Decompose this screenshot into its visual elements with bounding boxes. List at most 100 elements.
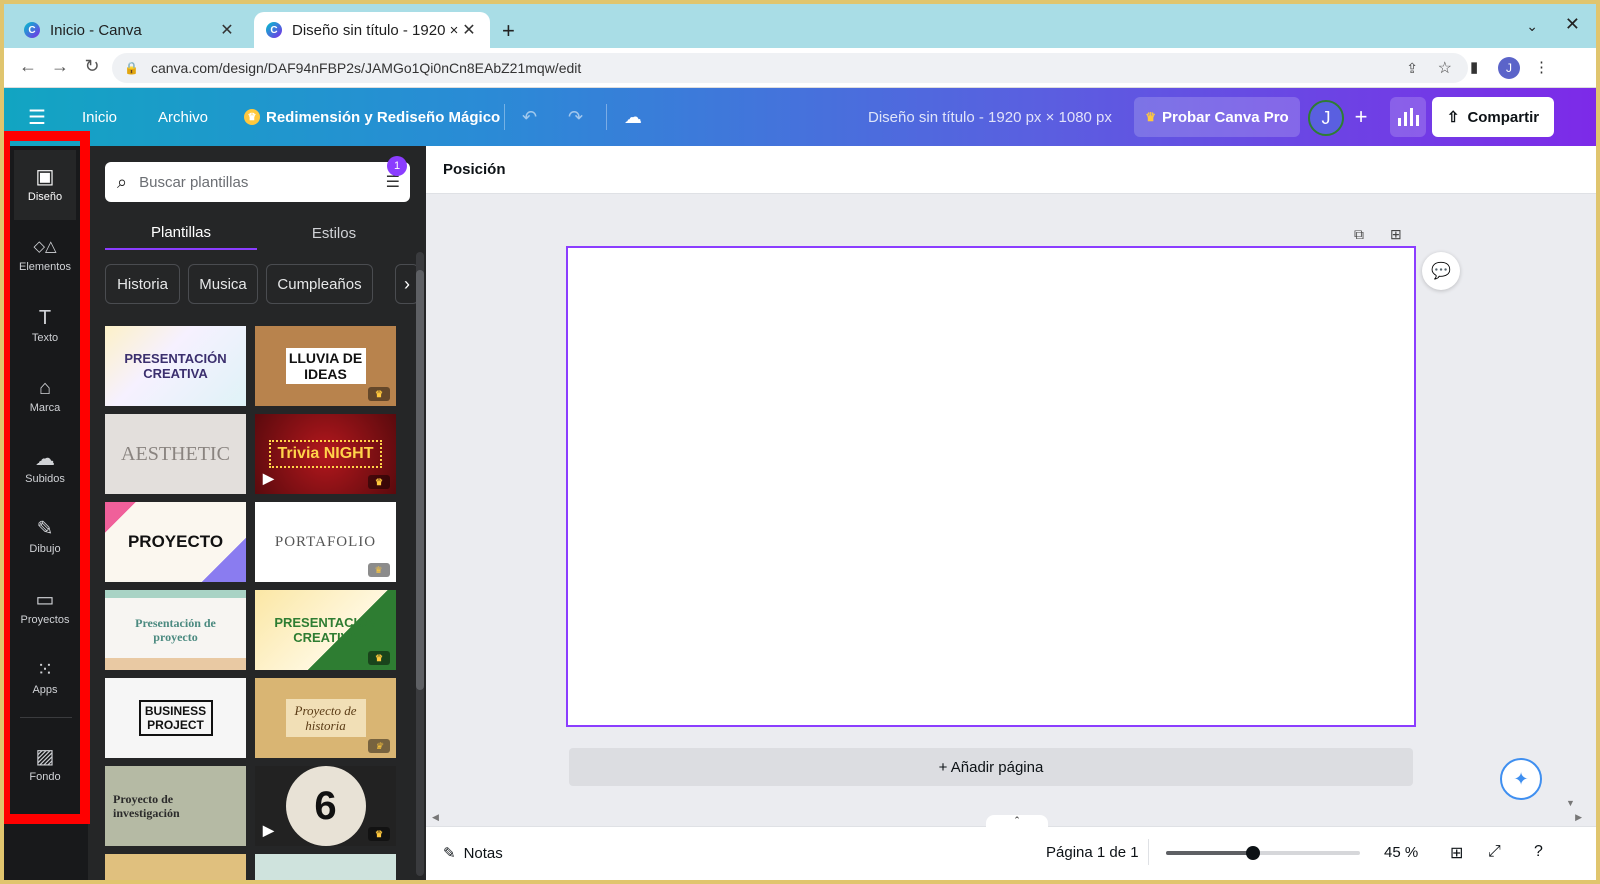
template-thumbnail[interactable]: Trivia NIGHT ▶ ♛ — [255, 414, 396, 494]
share-upload-icon: ⇧ — [1446, 109, 1460, 126]
folder-icon: ▭ — [35, 589, 55, 611]
user-avatar[interactable]: J — [1308, 100, 1344, 136]
template-title: Proyecto de investigación — [113, 792, 180, 820]
canva-favicon-icon: C — [266, 22, 282, 38]
template-thumbnail[interactable]: 6 ▶ ♛ — [255, 766, 396, 846]
forward-arrow-icon[interactable]: → — [48, 56, 72, 77]
zoom-percentage[interactable]: 45 % — [1384, 844, 1418, 861]
invite-plus-icon[interactable]: + — [1346, 102, 1376, 132]
template-thumbnail[interactable]: BUSINESS PROJECT — [105, 678, 246, 758]
back-arrow-icon[interactable]: ← — [16, 56, 40, 77]
rail-item-diseno[interactable]: ▣ Diseño — [14, 150, 76, 220]
browser-tab-design[interactable]: C Diseño sin título - 1920 × ✕ — [254, 12, 490, 48]
page-indicator[interactable]: Página 1 de 1 — [1046, 844, 1139, 861]
cloud-saved-icon[interactable]: ☁ — [624, 88, 642, 146]
scroll-right-icon[interactable]: ▶ — [1575, 812, 1582, 823]
fullscreen-icon[interactable]: ⤢ — [1488, 843, 1501, 861]
template-thumbnail[interactable]: PRESENTACIÓN CREATIVA ♛ — [255, 590, 396, 670]
grid-view-icon[interactable]: ⊞ — [1450, 843, 1463, 863]
crown-icon: ♛ — [244, 109, 260, 125]
magic-resize-button[interactable]: ♛ Redimensión y Rediseño Mágico — [244, 88, 500, 146]
design-title[interactable]: Diseño sin título - 1920 px × 1080 px — [868, 88, 1112, 146]
close-tab-icon[interactable]: ✕ — [218, 20, 236, 40]
template-thumbnail[interactable]: AESTHETIC — [105, 414, 246, 494]
rail-item-label: Apps — [32, 684, 58, 696]
template-thumbnail[interactable]: Proyecto de historia ♛ — [255, 678, 396, 758]
rail-item-apps[interactable]: ⁙ Apps — [14, 643, 76, 713]
scroll-left-icon[interactable]: ◀ — [432, 812, 439, 823]
template-title: PORTAFOLIO — [274, 533, 377, 550]
url-text: canva.com/design/DAF94nFBP2s/JAMGo1Qi0nC… — [150, 60, 582, 76]
reload-icon[interactable]: ↻ — [80, 56, 104, 77]
rail-item-texto[interactable]: T Texto — [14, 291, 76, 361]
tab-strip: C Inicio - Canva ✕ C Diseño sin título -… — [4, 4, 1596, 48]
magic-sparkle-icon[interactable]: ✦ — [1500, 758, 1542, 800]
rail-item-proyectos[interactable]: ▭ Proyectos — [14, 573, 76, 643]
template-thumbnail[interactable] — [105, 854, 246, 880]
template-search-input[interactable]: ⌕ Buscar plantillas ☰ 1 — [105, 156, 410, 202]
scrollbar-thumb[interactable] — [416, 270, 424, 690]
tab-plantillas[interactable]: Plantillas — [105, 216, 257, 250]
design-canvas[interactable] — [566, 246, 1416, 727]
add-page-button[interactable]: + Añadir página — [569, 748, 1413, 786]
editor-footer: ⌃ ✎ Notas Página 1 de 1 45 % ⊞ ⤢ ? — [426, 815, 1596, 880]
menu-hamburger-icon[interactable]: ☰ — [28, 88, 46, 146]
show-pages-chevron-icon[interactable]: ⌃ — [986, 815, 1048, 829]
browser-tab-inicio[interactable]: C Inicio - Canva ✕ — [12, 12, 248, 48]
upload-cloud-icon: ☁ — [35, 448, 55, 470]
browser-profile-avatar[interactable]: J — [1498, 57, 1520, 79]
template-thumbnail[interactable]: Proyecto de investigación — [105, 766, 246, 846]
help-icon[interactable]: ? — [1534, 843, 1543, 861]
duplicate-page-icon[interactable]: ⧉ — [1354, 226, 1364, 243]
browser-menu-icon[interactable]: ⋮ — [1534, 58, 1549, 76]
new-tab-icon[interactable]: + — [502, 18, 515, 44]
share-button[interactable]: ⇧ Compartir — [1432, 97, 1554, 137]
template-thumbnail[interactable]: PRESENTACIÓN CREATIVA — [105, 326, 246, 406]
window-close-icon[interactable]: ✕ — [1565, 14, 1580, 35]
rail-item-marca[interactable]: ⌂ Marca — [14, 361, 76, 431]
file-menu[interactable]: Archivo — [158, 88, 208, 146]
bookmark-star-icon[interactable]: ☆ — [1438, 58, 1452, 78]
rail-item-elementos[interactable]: ◇△ Elementos — [14, 220, 76, 290]
chip-cumpleanos[interactable]: Cumpleaños — [266, 264, 373, 304]
close-tab-icon[interactable]: ✕ — [460, 20, 478, 40]
tab-estilos[interactable]: Estilos — [258, 216, 410, 250]
template-thumbnail[interactable]: LLUVIA DE IDEAS ♛ — [255, 326, 396, 406]
panel-scrollbar[interactable] — [416, 252, 424, 876]
rail-item-dibujo[interactable]: ✎ Dibujo — [14, 502, 76, 572]
template-thumbnail[interactable] — [255, 854, 396, 880]
crown-icon: ♛ — [1145, 110, 1157, 124]
try-canva-pro-button[interactable]: ♛ Probar Canva Pro — [1134, 97, 1300, 137]
insights-chart-icon[interactable] — [1390, 97, 1426, 137]
template-thumbnail[interactable]: PORTAFOLIO ♛ — [255, 502, 396, 582]
template-thumbnail[interactable]: Presentación de proyecto — [105, 590, 246, 670]
share-page-icon[interactable]: ⇪ — [1406, 60, 1418, 77]
redo-icon[interactable]: ↷ — [568, 88, 583, 146]
url-field[interactable]: 🔒 canva.com/design/DAF94nFBP2s/JAMGo1Qi0… — [112, 53, 1468, 83]
position-button[interactable]: Posición — [443, 161, 506, 178]
search-placeholder: Buscar plantillas — [139, 173, 249, 191]
layout-icon: ▣ — [35, 166, 55, 188]
template-title: PROYECTO — [127, 532, 224, 551]
editor-header: ☰ Inicio Archivo ♛ Redimensión y Rediseñ… — [4, 88, 1596, 146]
undo-icon[interactable]: ↶ — [522, 88, 537, 146]
tab-title: Inicio - Canva — [50, 21, 142, 39]
zoom-slider[interactable] — [1166, 846, 1360, 860]
scroll-down-icon[interactable]: ▼ — [1566, 798, 1575, 808]
home-link[interactable]: Inicio — [82, 88, 117, 146]
chip-musica[interactable]: Musica — [188, 264, 258, 304]
chip-historia[interactable]: Historia — [105, 264, 180, 304]
add-page-icon[interactable]: ⊞ — [1390, 226, 1402, 243]
premium-crown-icon: ♛ — [368, 739, 390, 753]
template-thumbnail[interactable]: PROYECTO — [105, 502, 246, 582]
zoom-slider-knob[interactable] — [1246, 846, 1260, 860]
template-title: LLUVIA DE IDEAS — [285, 348, 366, 384]
templates-panel: ⌕ Buscar plantillas ☰ 1 Plantillas Estil… — [88, 146, 426, 880]
add-comment-icon[interactable]: 💬 — [1422, 252, 1460, 290]
notes-button[interactable]: ✎ Notas — [443, 844, 503, 863]
rail-item-subidos[interactable]: ☁ Subidos — [14, 432, 76, 502]
pro-button-label: Probar Canva Pro — [1162, 108, 1289, 126]
side-panel-icon[interactable]: ▮ — [1470, 58, 1478, 76]
tab-search-chevron-icon[interactable]: ⌄ — [1526, 18, 1538, 35]
rail-item-fondo[interactable]: ▨ Fondo — [14, 730, 76, 800]
